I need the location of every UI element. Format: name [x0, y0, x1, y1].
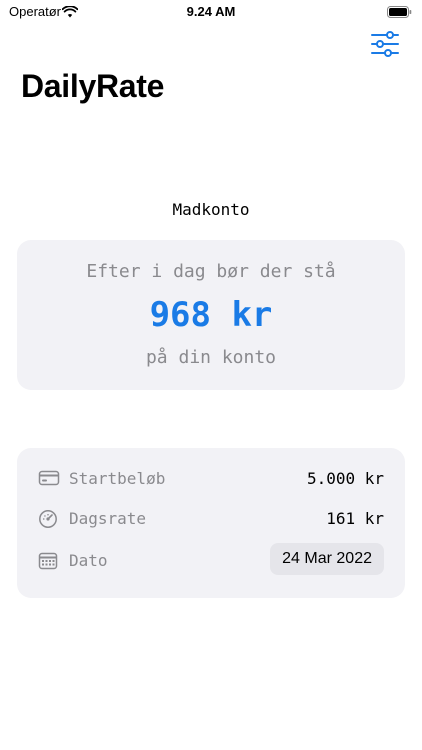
app-title: DailyRate — [21, 68, 165, 104]
balance-caption-top: Efter i dag bør der stå — [86, 261, 336, 282]
balance-caption-bottom: på din konto — [145, 347, 277, 368]
start-amount-value: 5.000 kr — [306, 469, 384, 488]
date-row: Dato 24 Mar 2022 — [17, 543, 405, 575]
balance-card: Efter i dag bør der stå 968 kr på din ko… — [17, 240, 405, 390]
start-amount-row[interactable]: Startbeløb 5.000 kr — [17, 467, 405, 491]
status-bar: Operatør 9.24 AM — [0, 0, 422, 24]
calendar-icon — [38, 551, 58, 575]
settings-button[interactable] — [370, 30, 400, 58]
speedometer-icon — [38, 509, 58, 533]
date-picker-button[interactable]: 24 Mar 2022 — [270, 543, 384, 575]
battery-icon — [387, 5, 412, 23]
sliders-icon — [371, 31, 399, 57]
credit-card-icon — [38, 469, 60, 491]
details-card: Startbeløb 5.000 kr Dagsrate 161 kr Dato… — [17, 448, 405, 598]
daily-rate-value: 161 kr — [326, 509, 384, 528]
balance-amount: 968 kr — [149, 295, 273, 335]
account-name[interactable]: Madkonto — [0, 200, 422, 219]
date-label: Dato — [69, 551, 108, 570]
daily-rate-label: Dagsrate — [69, 509, 147, 528]
status-time: 9.24 AM — [186, 4, 236, 19]
start-amount-label: Startbeløb — [69, 469, 166, 488]
daily-rate-row[interactable]: Dagsrate 161 kr — [17, 507, 405, 531]
